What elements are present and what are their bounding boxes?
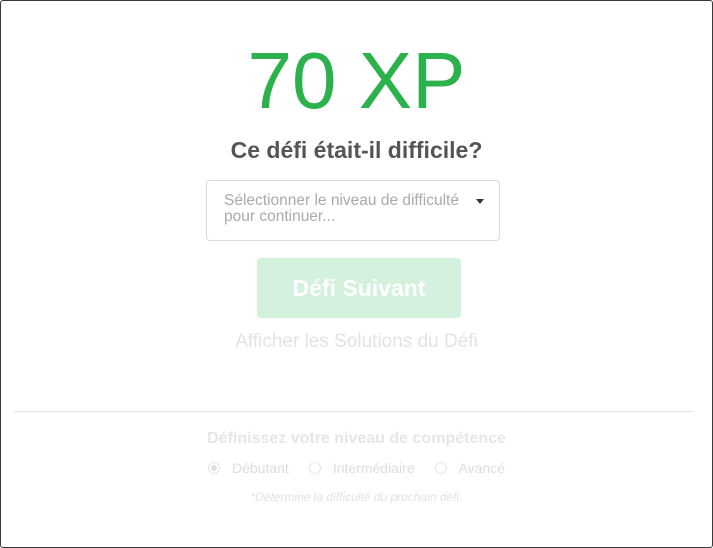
skill-option-beginner[interactable]: Débutant xyxy=(208,460,289,476)
skill-option-label: Intermédiaire xyxy=(332,460,415,476)
show-solutions-link[interactable]: Afficher les Solutions du Défi xyxy=(1,331,712,353)
challenge-complete-dialog: 70 XP Ce défi était-il difficile? Sélect… xyxy=(0,0,713,548)
difficulty-select-placeholder: Sélectionner le niveau de difficulté pou… xyxy=(224,192,459,225)
xp-reward: 70 XP xyxy=(247,36,466,125)
radio-unchecked-icon[interactable] xyxy=(434,462,447,474)
skill-level-title: Définissez votre niveau de compétence xyxy=(207,430,506,447)
caret-down-icon xyxy=(476,199,484,204)
skill-level-options: Débutant Intermédiaire Avancé xyxy=(1,460,712,476)
skill-option-advanced[interactable]: Avancé xyxy=(434,460,505,476)
next-challenge-button[interactable]: Défi Suivant xyxy=(257,258,461,318)
skill-level-note: *Détermine la difficulté du prochain déf… xyxy=(250,490,463,504)
radio-checked-icon[interactable] xyxy=(208,462,220,474)
difficulty-select[interactable]: Sélectionner le niveau de difficulté pou… xyxy=(206,180,500,241)
radio-unchecked-icon[interactable] xyxy=(308,462,321,474)
difficulty-question: Ce défi était-il difficile? xyxy=(230,137,483,163)
skill-option-label: Débutant xyxy=(232,460,289,476)
skill-option-intermediate[interactable]: Intermédiaire xyxy=(308,460,415,476)
skill-option-label: Avancé xyxy=(458,460,505,476)
divider xyxy=(14,411,692,412)
